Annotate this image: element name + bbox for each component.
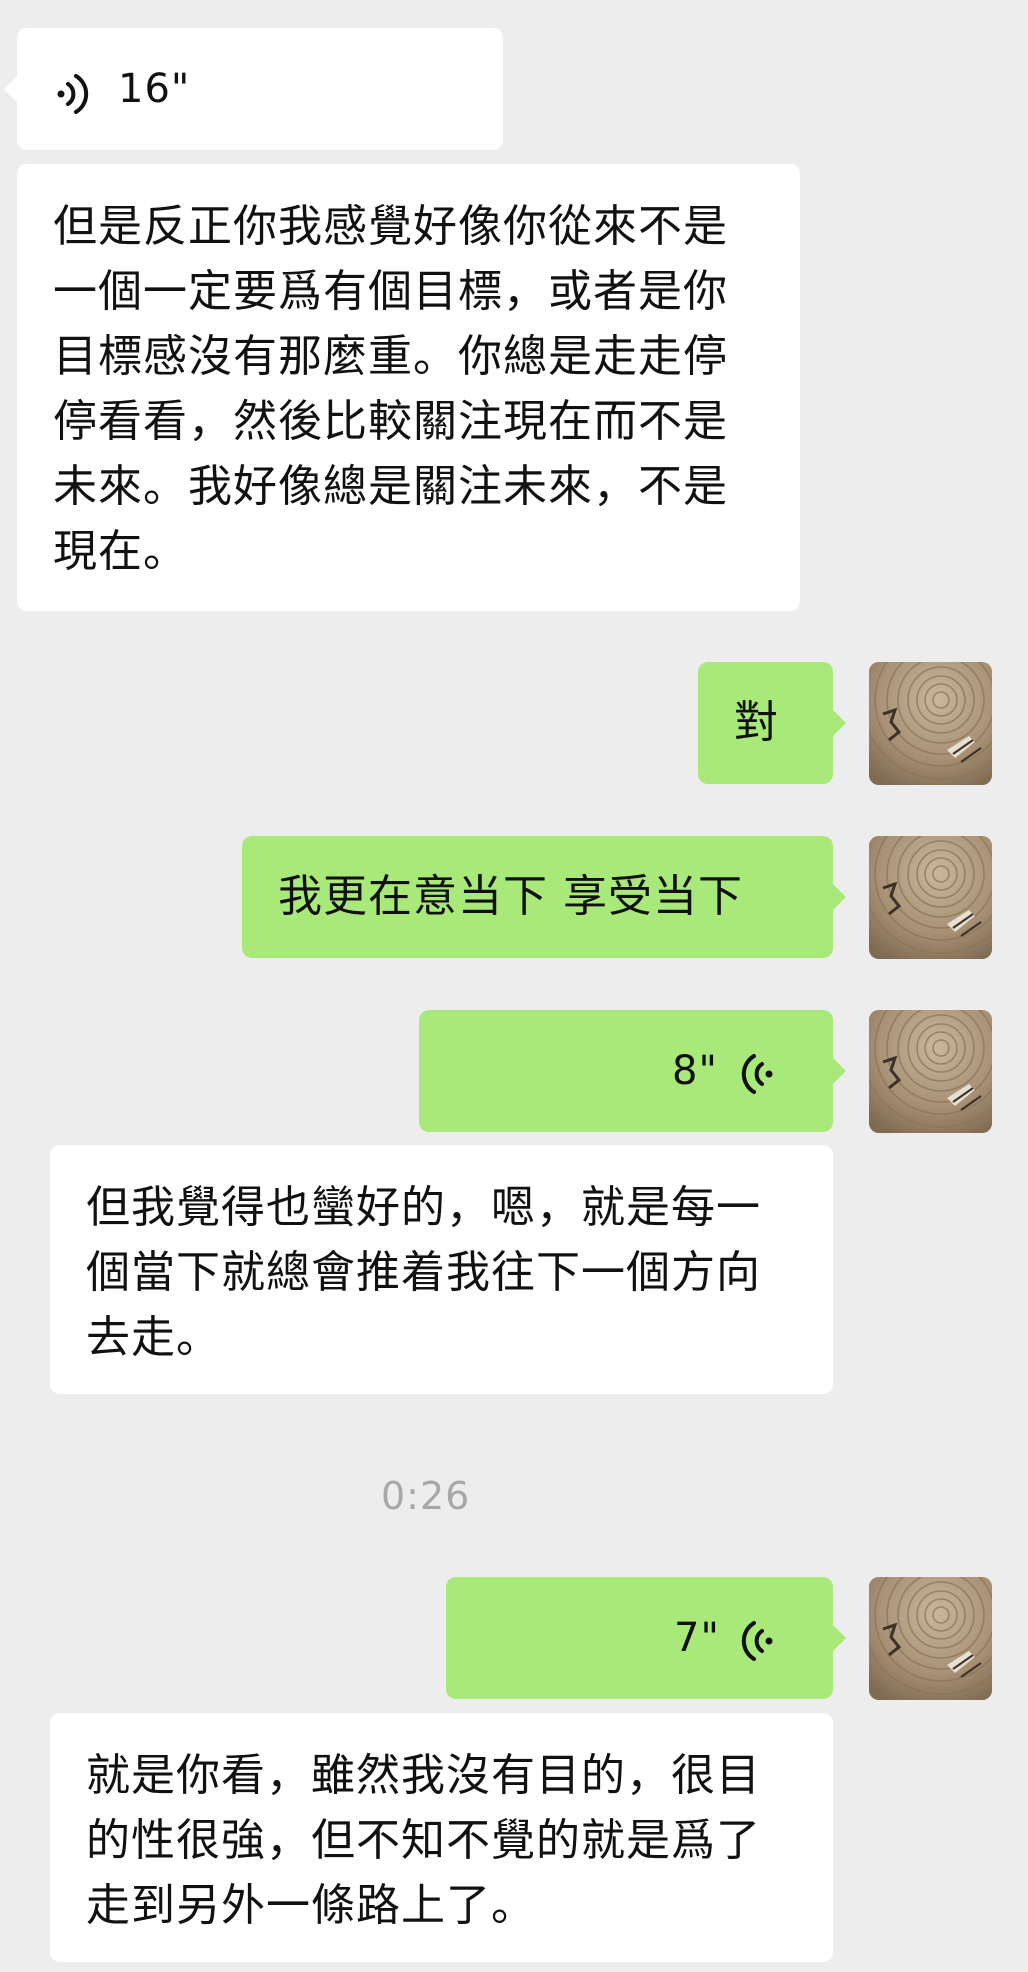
- message-text: 對: [734, 697, 779, 748]
- avatar[interactable]: [869, 1010, 992, 1133]
- voice-duration: 7": [674, 1615, 720, 1661]
- message-text: 我更在意当下 享受当下: [278, 871, 743, 922]
- voice-transcription-text[interactable]: 就是你看，雖然我沒有目的，很目的性很強，但不知不覺的就是爲了走到另外一條路上了。: [50, 1713, 833, 1962]
- outgoing-text-message[interactable]: 對: [698, 662, 833, 784]
- message-text: 但是反正你我感覺好像你從來不是一個一定要爲有個目標，或者是你目標感沒有那麼重。你…: [53, 201, 728, 577]
- outgoing-voice-message[interactable]: 7": [446, 1577, 833, 1699]
- outgoing-voice-message[interactable]: 8": [419, 1010, 833, 1132]
- outgoing-text-message[interactable]: 我更在意当下 享受当下: [242, 836, 833, 958]
- chat-timestamp: 0:26: [381, 1474, 471, 1518]
- message-text: 就是你看，雖然我沒有目的，很目的性很強，但不知不覺的就是爲了走到另外一條路上了。: [86, 1750, 761, 1931]
- voice-transcription-text[interactable]: 但我覺得也蠻好的，嗯，就是每一個當下就總會推着我往下一個方向去走。: [50, 1145, 833, 1394]
- voice-wave-left-icon: [741, 1049, 775, 1114]
- voice-duration: 8": [672, 1048, 718, 1094]
- message-text: 但我覺得也蠻好的，嗯，就是每一個當下就總會推着我往下一個方向去走。: [86, 1182, 761, 1363]
- avatar[interactable]: [869, 836, 992, 959]
- voice-wave-right-icon: [55, 69, 89, 134]
- incoming-voice-message[interactable]: 16": [17, 28, 503, 150]
- avatar[interactable]: [869, 1577, 992, 1700]
- voice-duration: 16": [118, 66, 191, 112]
- incoming-text-message[interactable]: 但是反正你我感覺好像你從來不是一個一定要爲有個目標，或者是你目標感沒有那麼重。你…: [17, 164, 800, 611]
- avatar[interactable]: [869, 662, 992, 785]
- voice-wave-left-icon: [741, 1616, 775, 1681]
